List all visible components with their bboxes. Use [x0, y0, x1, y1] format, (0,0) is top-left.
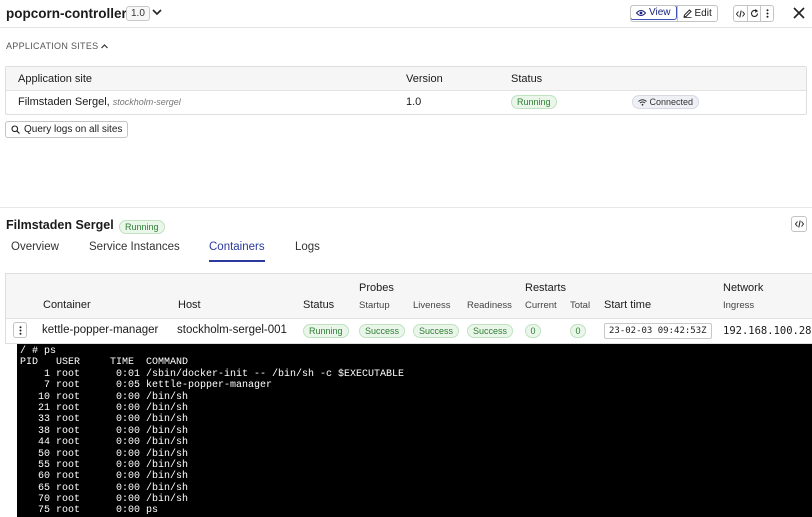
start-time-value: 23-02-03 09:42:53Z	[604, 323, 712, 339]
site-name-cell: Filmstaden Sergel, stockholm-sergel	[18, 96, 181, 108]
col-application-site: Application site	[18, 73, 92, 85]
restarts-total-badge: 0	[570, 324, 586, 338]
header-actions	[733, 5, 774, 22]
application-sites-heading: APPLICATION SITES	[6, 41, 99, 51]
detail-tabs: Overview Service Instances Containers Lo…	[0, 238, 812, 262]
view-edit-toggle: View Edit	[630, 5, 718, 22]
terminal-line: 55 root 0:00 /bin/sh	[20, 459, 189, 471]
col-ingress: Ingress	[723, 300, 755, 311]
site-name: Filmstaden Sergel	[18, 96, 107, 108]
terminal-line: 70 root 0:00 /bin/sh	[20, 494, 189, 506]
col-total: Total	[570, 300, 591, 311]
terminal-line: 1 root 0:01 /sbin/docker-init -- /bin/sh…	[20, 368, 405, 380]
wifi-icon	[638, 99, 647, 106]
group-restarts: Restarts	[525, 282, 566, 294]
view-label: View	[649, 7, 671, 18]
refresh-icon[interactable]	[747, 6, 760, 21]
terminal-line: 38 root 0:00 /bin/sh	[20, 425, 189, 437]
tab-overview[interactable]: Overview	[11, 241, 59, 262]
terminal-line: 7 root 0:05 kettle-popper-manager	[20, 380, 273, 392]
col-version: Version	[406, 73, 443, 85]
application-sites-table: Application site Version Status Filmstad…	[5, 66, 807, 115]
query-logs-label: Query logs on all sites	[24, 124, 123, 135]
status-badge: Running	[119, 220, 165, 234]
container-host: stockholm-sergel-001	[177, 324, 287, 336]
col-start-time: Start time	[604, 299, 652, 311]
site-version: 1.0	[406, 96, 422, 108]
chevron-up-icon	[101, 43, 109, 48]
app-header: popcorn-controller 1.0 View Edit	[0, 0, 812, 28]
table-row[interactable]: kettle-popper-manager stockholm-sergel-0…	[6, 319, 812, 343]
query-logs-button[interactable]: Query logs on all sites	[5, 121, 129, 138]
section-divider	[0, 207, 812, 208]
containers-table-header: Probes Restarts Network Container Host S…	[6, 274, 812, 319]
col-status: Status	[511, 73, 543, 85]
chevron-down-icon[interactable]	[150, 5, 164, 19]
col-container: Container	[43, 299, 91, 311]
terminal-line: 65 root 0:00 /bin/sh	[20, 482, 189, 494]
col-startup: Startup	[359, 300, 390, 311]
eye-icon	[636, 9, 646, 16]
status-badge: Running	[511, 95, 557, 109]
containers-table: Probes Restarts Network Container Host S…	[5, 273, 812, 344]
terminal-line: 10 root 0:00 /bin/sh	[20, 391, 189, 403]
readiness-probe-badge: Success	[467, 324, 514, 338]
col-current: Current	[525, 300, 557, 311]
col-liveness: Liveness	[413, 300, 451, 311]
terminal-line: 44 root 0:00 /bin/sh	[20, 437, 189, 449]
container-name: kettle-popper-manager	[42, 324, 159, 336]
view-button[interactable]: View	[630, 6, 677, 20]
code-icon[interactable]	[791, 216, 807, 232]
col-status: Status	[303, 299, 335, 311]
liveness-probe-badge: Success	[413, 324, 460, 338]
group-probes: Probes	[359, 282, 394, 294]
terminal-line: 50 root 0:00 /bin/sh	[20, 448, 189, 460]
sites-table-header: Application site Version Status	[6, 67, 806, 91]
pencil-icon	[682, 9, 692, 18]
version-badge: 1.0	[126, 6, 150, 21]
terminal-line: PID USER TIME COMMAND	[20, 357, 189, 369]
startup-probe-badge: Success	[359, 324, 406, 338]
edit-button[interactable]: Edit	[676, 6, 717, 21]
restarts-current-badge: 0	[525, 324, 541, 338]
site-detail-title: Filmstaden Sergel	[6, 218, 114, 232]
tab-logs[interactable]: Logs	[295, 241, 320, 262]
row-actions-button[interactable]	[13, 322, 27, 338]
site-id: stockholm-sergel	[112, 97, 181, 107]
connection-badge: Connected	[632, 95, 700, 109]
connection-label: Connected	[649, 97, 694, 107]
application-sites-toggle[interactable]: APPLICATION SITES	[6, 41, 109, 51]
code-icon[interactable]	[734, 6, 747, 21]
edit-label: Edit	[694, 8, 712, 19]
table-row[interactable]: Filmstaden Sergel, stockholm-sergel 1.0 …	[6, 91, 806, 114]
terminal-line: 75 root 0:00 ps	[20, 505, 159, 517]
col-readiness: Readiness	[467, 300, 512, 311]
more-vertical-icon	[19, 325, 21, 335]
terminal-line: 21 root 0:00 /bin/sh	[20, 402, 189, 414]
ingress-address: 192.168.100.28	[723, 325, 812, 337]
group-network: Network	[723, 282, 764, 294]
search-icon	[11, 125, 20, 134]
container-terminal[interactable]: / # ps PID USER TIME COMMAND 1 root 0:01…	[17, 344, 812, 517]
close-icon[interactable]	[791, 5, 807, 21]
col-host: Host	[178, 299, 201, 311]
terminal-line: 60 root 0:00 /bin/sh	[20, 471, 189, 483]
tab-service-instances[interactable]: Service Instances	[89, 241, 180, 262]
status-badge: Running	[303, 324, 349, 338]
more-vertical-icon[interactable]	[760, 6, 773, 21]
terminal-line: 33 root 0:00 /bin/sh	[20, 414, 189, 426]
terminal-line: / # ps	[20, 346, 57, 357]
tab-containers[interactable]: Containers	[209, 241, 265, 262]
app-title: popcorn-controller	[6, 6, 127, 21]
